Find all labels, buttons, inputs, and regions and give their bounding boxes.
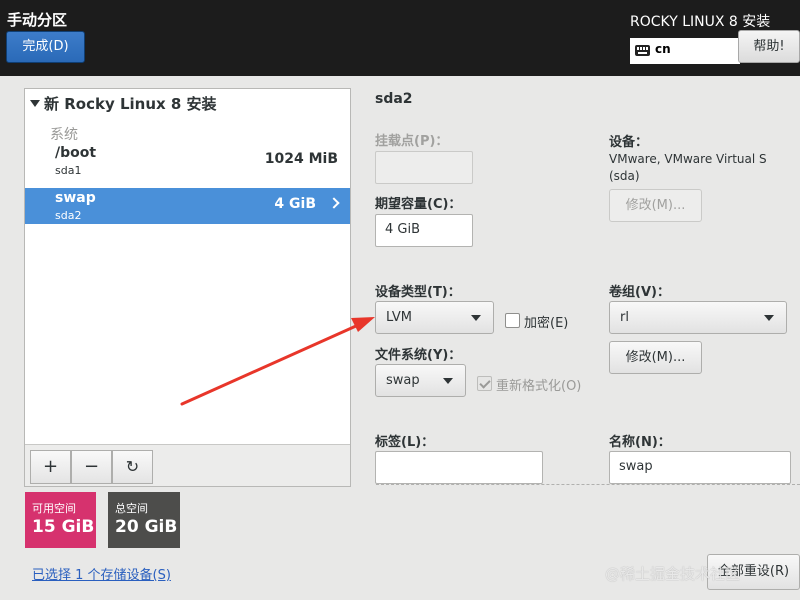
partition-size: 1024 MiB: [264, 151, 338, 167]
remove-partition-button[interactable]: −: [71, 450, 112, 484]
install-root-label: 新 Rocky Linux 8 安装: [44, 95, 217, 113]
partition-name: swap: [55, 190, 96, 206]
volume-group-select[interactable]: rl: [609, 301, 787, 334]
keyboard-layout-indicator[interactable]: cn: [630, 38, 740, 64]
volume-group-label: 卷组(V)：: [609, 285, 670, 300]
partition-item-swap[interactable]: swap sda2 4 GiB: [25, 188, 350, 224]
device-type-label: 设备类型(T)：: [375, 285, 461, 300]
reformat-label: 重新格式化(O): [496, 379, 582, 394]
checkbox-box[interactable]: [505, 313, 520, 328]
partition-tree-panel: 新 Rocky Linux 8 安装 系统 /boot sda1 1024 Mi…: [24, 88, 351, 487]
total-space-label: 总空间: [115, 502, 148, 515]
dropdown-caret-icon: [443, 378, 453, 384]
encrypt-label: 加密(E): [524, 316, 569, 331]
keyboard-layout-label: cn: [655, 42, 671, 56]
partition-item-boot[interactable]: /boot sda1 1024 MiB: [25, 143, 350, 179]
filesystem-label: 文件系统(Y)：: [375, 348, 462, 363]
device-description: VMware, VMware Virtual S: [609, 152, 767, 166]
mount-point-label: 挂载点(P)：: [375, 134, 449, 149]
filesystem-value: swap: [386, 373, 420, 388]
section-divider: [376, 484, 800, 485]
encrypt-checkbox[interactable]: 加密(E): [505, 312, 585, 331]
dropdown-caret-icon: [471, 315, 481, 321]
product-title: ROCKY LINUX 8 安装: [630, 14, 771, 30]
dropdown-caret-icon: [764, 315, 774, 321]
device-description-disk: (sda): [609, 169, 640, 183]
partition-device: sda2: [55, 209, 82, 222]
install-root-node[interactable]: 新 Rocky Linux 8 安装: [30, 93, 217, 114]
device-type-value: LVM: [386, 310, 412, 325]
available-space-tile: 可用空间 15 GiB: [25, 492, 96, 548]
expand-arrow-icon[interactable]: [30, 100, 40, 107]
refresh-button[interactable]: ↻: [112, 450, 153, 484]
partition-name: /boot: [55, 145, 97, 161]
desired-capacity-label: 期望容量(C)：: [375, 197, 462, 212]
volume-group-value: rl: [620, 310, 629, 325]
add-partition-button[interactable]: +: [30, 450, 71, 484]
partition-toolbar: + − ↻: [25, 444, 350, 486]
help-button[interactable]: 帮助!: [738, 30, 800, 63]
system-group-label: 系统: [50, 127, 78, 143]
desired-capacity-input[interactable]: 4 GiB: [375, 214, 473, 247]
modify-device-button[interactable]: 修改(M)...: [609, 189, 702, 222]
device-type-select[interactable]: LVM: [375, 301, 494, 334]
partition-size: 4 GiB: [274, 196, 316, 212]
modify-volume-group-button[interactable]: 修改(M)...: [609, 341, 702, 374]
done-button[interactable]: 完成(D): [6, 31, 85, 63]
checkbox-box[interactable]: [477, 376, 492, 391]
label-input[interactable]: [375, 451, 543, 484]
reformat-checkbox[interactable]: 重新格式化(O): [477, 375, 587, 394]
name-input[interactable]: swap: [609, 451, 791, 484]
selected-storage-link[interactable]: 已选择 1 个存储设备(S): [32, 564, 171, 583]
total-space-tile: 总空间 20 GiB: [108, 492, 180, 548]
keyboard-icon: [635, 45, 650, 56]
name-field-label: 名称(N)：: [609, 435, 671, 450]
watermark: @稀土掘金技术社区: [605, 565, 741, 583]
filesystem-select[interactable]: swap: [375, 364, 466, 397]
mount-point-input[interactable]: [375, 151, 473, 184]
page-title: 手动分区: [7, 11, 68, 29]
available-space-label: 可用空间: [32, 502, 76, 515]
partition-device: sda1: [55, 164, 82, 177]
header-bar: 手动分区 完成(D) ROCKY LINUX 8 安装 cn 帮助!: [0, 0, 800, 76]
chevron-right-icon: [328, 197, 340, 209]
total-space-value: 20 GiB: [115, 517, 178, 537]
device-title: sda2: [375, 91, 413, 107]
label-field-label: 标签(L)：: [375, 435, 435, 450]
device-label: 设备：: [609, 135, 649, 150]
available-space-value: 15 GiB: [32, 517, 95, 537]
